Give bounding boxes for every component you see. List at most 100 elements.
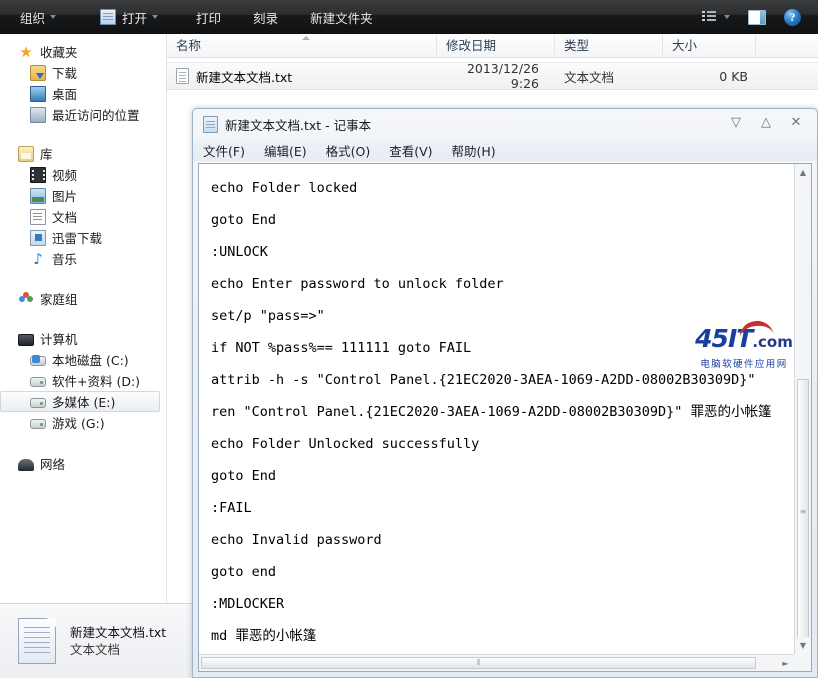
sidebar-item-label: 多媒体 (E:) (52, 395, 116, 410)
text-line: :UNLOCK (211, 244, 268, 260)
sidebar-item-label: 收藏夹 (40, 45, 78, 60)
text-line: :MDLOCKER (211, 596, 285, 612)
downloads-icon (30, 64, 46, 81)
scrollbar-corner (794, 654, 811, 671)
vertical-scrollbar-thumb[interactable]: ≡ (797, 379, 809, 644)
menu-item-help[interactable]: 帮助(H) (452, 141, 496, 160)
horizontal-scrollbar[interactable]: ◄ ⦀ ► (199, 654, 794, 671)
network-icon (18, 459, 34, 471)
scroll-right-arrow-icon[interactable]: ► (777, 655, 794, 671)
column-header-type[interactable]: 类型 (555, 34, 663, 57)
sidebar-item-recent-places[interactable]: 最近访问的位置 (0, 104, 166, 125)
sidebar-item-homegroup[interactable]: 家庭组 (0, 288, 166, 309)
table-row[interactable]: 新建文本文档.txt 2013/12/26 9:26 文本文档 0 KB (167, 61, 818, 91)
nav-group-network: 网络 (0, 453, 166, 474)
navigation-pane[interactable]: ★ 收藏夹 下载 桌面 最近访问的位置 库 视频 图片 文档 迅雷下载 ♪ 音乐… (0, 34, 166, 604)
sidebar-item-desktop[interactable]: 桌面 (0, 83, 166, 104)
sidebar-item-music[interactable]: ♪ 音乐 (0, 248, 166, 269)
scroll-down-arrow-icon[interactable]: ▼ (795, 637, 811, 654)
vertical-scrollbar[interactable]: ▲ ≡ ▼ (794, 164, 811, 654)
column-header-label: 修改日期 (446, 38, 497, 53)
close-button[interactable]: ✕ (781, 111, 811, 133)
text-file-icon (176, 68, 189, 84)
text-line: goto End (211, 468, 277, 484)
chevron-down-icon (50, 15, 57, 19)
sidebar-item-drive-d[interactable]: 软件+资料 (D:) (0, 370, 166, 391)
star-icon: ★ (19, 42, 33, 61)
sidebar-item-drive-g[interactable]: 游戏 (G:) (0, 412, 166, 433)
window-controls: ▽ △ ✕ (721, 111, 811, 133)
drive-icon (30, 377, 46, 387)
text-line: echo Folder locked (211, 180, 358, 196)
sort-ascending-icon (301, 36, 310, 40)
sidebar-item-label: 家庭组 (40, 292, 78, 307)
chevron-down-icon (724, 15, 730, 19)
sidebar-item-label: 游戏 (G:) (52, 416, 105, 431)
sidebar-item-label: 迅雷下载 (52, 231, 103, 246)
toolbar-button-burn[interactable]: 刻录 (245, 4, 286, 30)
sidebar-item-label: 视频 (52, 168, 78, 183)
menu-item-edit[interactable]: 编辑(E) (264, 141, 307, 160)
toolbar-label: 刻录 (253, 10, 279, 26)
text-line: echo Enter password to unlock folder (211, 276, 504, 292)
column-header-date-modified[interactable]: 修改日期 (437, 34, 555, 57)
sidebar-item-drive-e[interactable]: 多媒体 (E:) (0, 391, 160, 412)
sidebar-item-computer[interactable]: 计算机 (0, 328, 166, 349)
view-mode-button[interactable] (695, 4, 737, 30)
screen: 组织 打开 打印 刻录 新建文件夹 ? ★ 收藏夹 下载 桌面 最近访问的位置 … (0, 0, 818, 678)
text-line: md 罪恶的小帐篷 (211, 628, 317, 644)
toolbar-button-new-folder[interactable]: 新建文件夹 (302, 4, 381, 30)
sidebar-item-label: 下载 (52, 66, 78, 81)
maximize-button[interactable]: △ (751, 111, 781, 133)
recent-places-icon (30, 106, 46, 123)
notepad-icon (203, 115, 218, 133)
file-size-cell: 0 KB (719, 68, 748, 84)
sidebar-item-documents[interactable]: 文档 (0, 206, 166, 227)
text-line: set/p "pass=>" (211, 308, 325, 324)
sidebar-item-network[interactable]: 网络 (0, 453, 166, 474)
scroll-up-arrow-icon[interactable]: ▲ (795, 164, 811, 181)
nav-group-favorites: ★ 收藏夹 下载 桌面 最近访问的位置 (0, 41, 166, 125)
menu-item-format[interactable]: 格式(O) (326, 141, 371, 160)
text-line: attrib -h -s "Control Panel.{21EC2020-3A… (211, 372, 756, 388)
help-button[interactable]: ? (777, 4, 808, 30)
music-icon: ♪ (33, 249, 43, 268)
minimize-button[interactable]: ▽ (721, 111, 751, 133)
text-line: :FAIL (211, 500, 252, 516)
column-header-size[interactable]: 大小 (663, 34, 756, 57)
notepad-title-label: 新建文本文档.txt - 记事本 (225, 117, 372, 133)
sidebar-item-label: 文档 (52, 210, 78, 225)
toolbar-button-open[interactable]: 打开 (92, 4, 166, 30)
notepad-text-area[interactable]: echo Folder locked goto End :UNLOCK echo… (199, 164, 793, 653)
details-title: 新建文本文档.txt (70, 625, 167, 640)
sidebar-item-favorites[interactable]: ★ 收藏夹 (0, 41, 166, 62)
sidebar-item-xunlei-downloads[interactable]: 迅雷下载 (0, 227, 166, 248)
computer-icon (18, 333, 34, 346)
column-header-name[interactable]: 名称 (167, 34, 437, 57)
file-type-cell: 文本文档 (564, 69, 615, 85)
file-name-label: 新建文本文档.txt (196, 69, 293, 85)
sidebar-item-libraries[interactable]: 库 (0, 143, 166, 164)
menu-item-file[interactable]: 文件(F) (203, 141, 245, 160)
toolbar-button-print[interactable]: 打印 (188, 4, 229, 30)
toolbar-button-organize[interactable]: 组织 (12, 4, 64, 30)
horizontal-scrollbar-thumb[interactable]: ⦀ (201, 657, 756, 669)
notepad-menu-bar: 文件(F) 编辑(E) 格式(O) 查看(V) 帮助(H) (193, 139, 817, 161)
text-file-large-icon (18, 618, 56, 664)
menu-item-view[interactable]: 查看(V) (389, 141, 432, 160)
sidebar-item-videos[interactable]: 视频 (0, 164, 166, 185)
sidebar-item-label: 桌面 (52, 87, 78, 102)
sidebar-item-label: 最近访问的位置 (52, 108, 140, 123)
sidebar-item-drive-c[interactable]: 本地磁盘 (C:) (0, 349, 166, 370)
preview-pane-button[interactable] (741, 4, 773, 30)
file-date-cell: 2013/12/26 9:26 (466, 61, 539, 91)
toolbar-label: 打印 (196, 10, 222, 26)
explorer-toolbar: 组织 打开 打印 刻录 新建文件夹 ? (0, 0, 818, 35)
preview-pane-icon (748, 9, 766, 25)
homegroup-icon (18, 291, 34, 307)
details-text: 新建文本文档.txt 文本文档 (70, 624, 166, 658)
notepad-title-bar[interactable]: 新建文本文档.txt - 记事本 ▽ △ ✕ (193, 109, 817, 139)
documents-icon (30, 208, 46, 225)
sidebar-item-pictures[interactable]: 图片 (0, 185, 166, 206)
sidebar-item-downloads[interactable]: 下载 (0, 62, 166, 83)
